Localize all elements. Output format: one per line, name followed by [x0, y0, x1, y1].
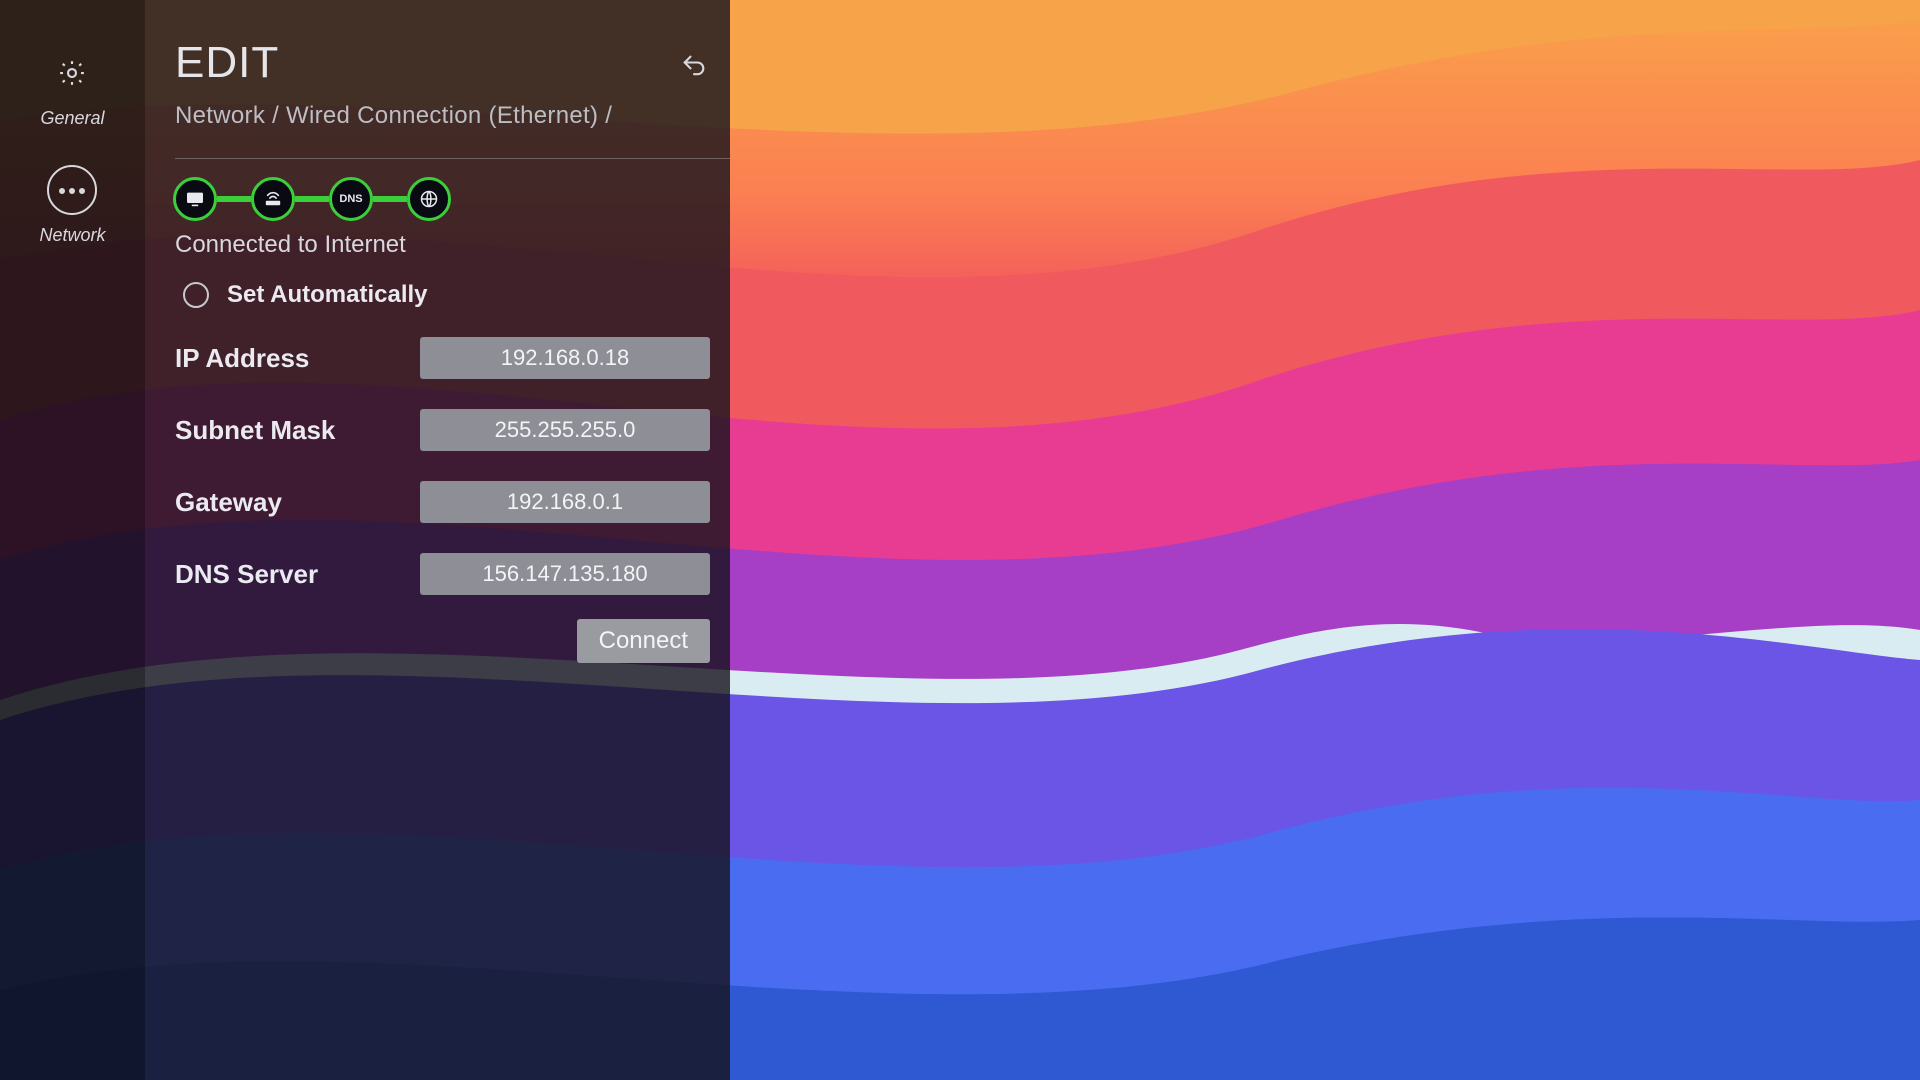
connection-status-text: Connected to Internet [175, 231, 714, 259]
settings-panel: EDIT Network / Wired Connection (Etherne… [145, 0, 730, 1080]
sidebar-item-general[interactable]: General [40, 48, 104, 129]
router-icon [251, 177, 295, 221]
breadcrumb: Network / Wired Connection (Ethernet) / [175, 102, 714, 130]
tv-icon [173, 177, 217, 221]
field-label: Gateway [175, 487, 282, 518]
status-link [217, 196, 251, 202]
status-link [373, 196, 407, 202]
connection-status-chain: DNS [173, 177, 714, 221]
sidebar-item-label: Network [39, 225, 105, 246]
row-ip-address: IP Address 192.168.0.18 [175, 337, 714, 379]
sidebar: General Network [0, 0, 145, 1080]
page-title: EDIT [175, 38, 279, 88]
dns-server-field[interactable]: 156.147.135.180 [420, 553, 710, 595]
globe-icon [407, 177, 451, 221]
network-form: IP Address 192.168.0.18 Subnet Mask 255.… [175, 337, 714, 663]
field-label: IP Address [175, 343, 309, 374]
ip-address-field[interactable]: 192.168.0.18 [420, 337, 710, 379]
set-automatically-label: Set Automatically [227, 281, 428, 309]
radio-unchecked-icon [183, 282, 209, 308]
divider [175, 158, 730, 159]
status-link [295, 196, 329, 202]
sidebar-item-network[interactable]: Network [39, 165, 105, 246]
connect-button[interactable]: Connect [577, 619, 710, 663]
row-subnet-mask: Subnet Mask 255.255.255.0 [175, 409, 714, 451]
back-button[interactable] [680, 52, 708, 85]
field-label: Subnet Mask [175, 415, 335, 446]
more-icon [47, 165, 97, 215]
gateway-field[interactable]: 192.168.0.1 [420, 481, 710, 523]
sidebar-item-label: General [40, 108, 104, 129]
gear-icon [47, 48, 97, 98]
row-dns-server: DNS Server 156.147.135.180 [175, 553, 714, 595]
set-automatically-toggle[interactable]: Set Automatically [183, 281, 714, 309]
row-gateway: Gateway 192.168.0.1 [175, 481, 714, 523]
dns-icon: DNS [329, 177, 373, 221]
field-label: DNS Server [175, 559, 318, 590]
subnet-mask-field[interactable]: 255.255.255.0 [420, 409, 710, 451]
